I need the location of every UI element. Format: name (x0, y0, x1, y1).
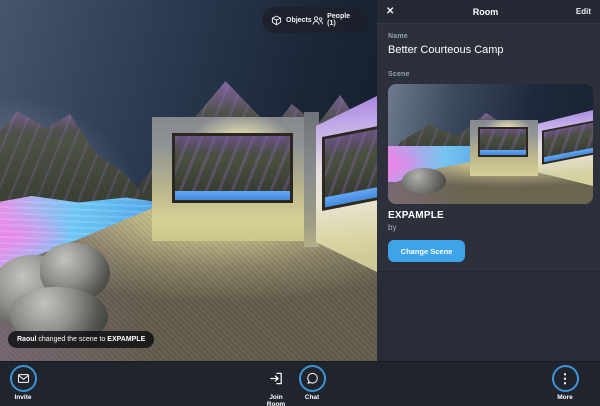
toast-actor: Raoul (17, 336, 36, 343)
envelope-icon (17, 372, 30, 385)
people-icon (312, 15, 323, 26)
gallery-wall-front (152, 117, 308, 241)
room-sidebar: ✕ Room Edit Name Better Courteous Camp S… (377, 0, 600, 361)
scene-author-prefix: by (388, 223, 593, 232)
gallery-wall-right (316, 96, 377, 272)
chat-button-circle (299, 365, 326, 392)
window-water-view (175, 191, 290, 200)
objects-button[interactable]: Objects (271, 15, 312, 26)
thumb-window-water (544, 147, 593, 162)
3d-viewport[interactable]: Objects People (1) Raoul changed the sce… (0, 0, 377, 361)
more-label: More (557, 394, 573, 401)
more-button-circle: ⋮ (552, 365, 579, 392)
chat-button[interactable]: Chat (292, 365, 332, 401)
people-button[interactable]: People (1) (312, 13, 359, 27)
thumb-window (478, 127, 528, 157)
room-sidebar-footer-area (377, 271, 600, 361)
join-room-icon-area (263, 365, 290, 392)
join-room-button[interactable]: Join Room (256, 365, 296, 406)
cube-icon (271, 15, 282, 26)
join-room-label: Join Room (264, 394, 288, 406)
thumb-window-water (480, 150, 526, 155)
vertical-ellipsis-icon: ⋮ (559, 372, 572, 385)
toast-action: changed the scene to (36, 336, 107, 343)
room-sidebar-header: ✕ Room Edit (377, 0, 600, 24)
window-opening (172, 133, 293, 203)
more-button[interactable]: ⋮ More (545, 365, 585, 401)
objects-label: Objects (286, 17, 312, 24)
scene-change-toast: Raoul changed the scene to EXPAMPLE (8, 331, 154, 348)
scene-preview-thumbnail (388, 84, 593, 204)
change-scene-button[interactable]: Change Scene (388, 240, 465, 262)
speech-bubble-icon (306, 372, 319, 385)
window-opening (322, 123, 377, 211)
chat-label: Chat (305, 394, 319, 401)
room-sidebar-body: Name Better Courteous Camp Scene (377, 24, 600, 262)
close-icon[interactable]: ✕ (386, 7, 400, 17)
thumb-wall-front (470, 120, 538, 176)
bottom-toolbar: Invite Join Room Chat ⋮ More (0, 361, 600, 406)
invite-button-circle (10, 365, 37, 392)
window-water-view (325, 185, 377, 208)
panel-title: Room (400, 7, 571, 17)
thumb-window (542, 119, 593, 164)
invite-button[interactable]: Invite (3, 365, 43, 401)
name-field-label: Name (388, 33, 593, 40)
scene-toolbar: Objects People (1) (262, 7, 368, 33)
invite-label: Invite (15, 394, 32, 401)
room-name-value: Better Courteous Camp (388, 44, 593, 56)
enter-room-icon (269, 371, 284, 386)
hubs-app: Objects People (1) Raoul changed the sce… (0, 0, 600, 406)
toast-scene-name: EXPAMPLE (107, 336, 145, 343)
scene-field-label: Scene (388, 71, 593, 78)
people-label: People (1) (327, 13, 359, 27)
thumb-rock (402, 168, 446, 194)
scene-name: EXPAMPLE (388, 210, 593, 221)
edit-button[interactable]: Edit (571, 7, 591, 16)
